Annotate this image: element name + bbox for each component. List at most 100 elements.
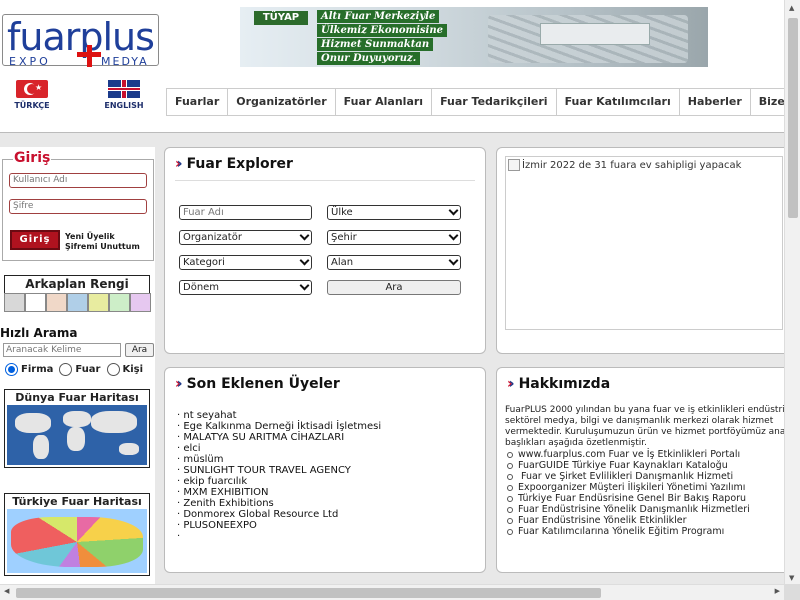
kategori-select[interactable]: Kategori: [179, 255, 312, 270]
swatch-green[interactable]: [109, 293, 130, 312]
turkey-map-box[interactable]: Türkiye Fuar Haritası: [4, 493, 150, 576]
bullet-icon: [507, 517, 513, 524]
kategori-select-value: Kategori: [183, 257, 225, 268]
swatch-gray[interactable]: [4, 293, 25, 312]
swatch-yellow[interactable]: [88, 293, 109, 312]
tuyap-banner[interactable]: TÜYAP Altı Fuar Merkeziyle Ülkemiz Ekono…: [240, 7, 708, 67]
radio-kisi-label: Kişi: [122, 364, 144, 375]
ulke-select[interactable]: Ülke: [327, 205, 461, 220]
scroll-down-icon[interactable]: ▼: [789, 574, 794, 582]
swatch-purple[interactable]: [130, 293, 151, 312]
background-color-title: Arkaplan Rengi: [4, 275, 150, 293]
uk-flag-icon: [108, 80, 140, 98]
radio-fuar[interactable]: [59, 363, 73, 376]
swatch-white[interactable]: [25, 293, 46, 312]
radio-kisi[interactable]: [106, 363, 120, 376]
radio-firma[interactable]: [5, 363, 18, 376]
list-item[interactable]: Fuar Katılımcılarına Yönelik Eğitim Prog…: [505, 526, 785, 537]
donem-select-value: Dönem: [183, 282, 220, 293]
password-input[interactable]: Şifre: [9, 199, 147, 214]
list-item[interactable]: · Donmorex Global Resource Ltd: [177, 509, 381, 520]
radio-fuar-label: Fuar: [75, 364, 101, 375]
scrollbar-corner: [784, 584, 800, 600]
color-swatches: [4, 293, 151, 312]
chevron-down-icon: [299, 230, 310, 241]
list-item[interactable]: · nt seyahat: [177, 410, 381, 421]
sehir-select-value: Şehir: [331, 232, 357, 243]
quick-search-button[interactable]: Ara: [125, 343, 154, 357]
list-item[interactable]: · PLUSONEEXPO: [177, 520, 381, 531]
quick-search-input[interactable]: Aranacak Kelime: [3, 343, 121, 357]
chevron-down-icon: [299, 280, 310, 291]
list-item[interactable]: Türkiye Fuar Endüsrisine Genel Bir Bakış…: [505, 493, 785, 504]
vertical-scroll-thumb[interactable]: [788, 18, 798, 218]
list-item[interactable]: Fuar Endüstrisine Yönelik Etkinlikler: [505, 515, 785, 526]
list-item[interactable]: Expoorganizer Müşteri İlişkileri Yönetim…: [505, 482, 785, 493]
register-link[interactable]: Yeni Üyelik: [65, 232, 115, 241]
login-button[interactable]: Giriş: [10, 230, 60, 250]
list-item[interactable]: · ekip fuarcılık: [177, 476, 381, 487]
list-item[interactable]: Fuar Endüstrisine Yönelik Danışmanlık Hi…: [505, 504, 785, 515]
vertical-scrollbar[interactable]: ▲ ▼: [784, 0, 800, 584]
banner-building-roof: [540, 23, 650, 45]
bullet-icon: [507, 451, 513, 458]
broken-image-icon: [508, 159, 520, 171]
list-item[interactable]: · müslüm: [177, 454, 381, 465]
list-item[interactable]: · elci: [177, 443, 381, 454]
alan-select[interactable]: Alan: [327, 255, 461, 270]
bullet-icon: [507, 473, 513, 480]
fuar-explorer-title: Fuar Explorer: [186, 156, 293, 172]
nav-fuar-katilimcilari[interactable]: Fuar Katılımcıları: [555, 88, 679, 116]
list-item[interactable]: Fuar ve Şirket Evlilikleri Danışmanlık H…: [505, 471, 785, 482]
about-body: FuarPLUS 2000 yılından bu yana fuar ve i…: [505, 405, 785, 537]
new-members-panel: ›› Son Eklenen Üyeler · nt seyahat · Ege…: [164, 367, 486, 573]
nav-fuarlar[interactable]: Fuarlar: [166, 88, 228, 116]
nav-haberler[interactable]: Haberler: [678, 88, 750, 116]
content-area: Giriş Kullanıcı Adı Şifre Giriş Yeni Üye…: [0, 132, 796, 587]
swatch-blue[interactable]: [67, 293, 88, 312]
scroll-up-icon[interactable]: ▲: [789, 4, 794, 12]
about-text-line: vermektedir. Kuruluşumuzun ürün ve hizme…: [505, 427, 786, 437]
list-item[interactable]: · Zenith Exhibitions: [177, 498, 381, 509]
chevron-right-icon: ››: [507, 376, 514, 392]
sehir-select[interactable]: Şehir: [327, 230, 461, 245]
chevron-down-icon: [299, 255, 310, 266]
scroll-left-icon[interactable]: ◀: [4, 587, 9, 595]
username-input[interactable]: Kullanıcı Adı: [9, 173, 147, 188]
login-box: Giriş Kullanıcı Adı Şifre Giriş Yeni Üye…: [2, 150, 154, 261]
news-image[interactable]: İzmir 2022 de 31 fuara ev sahipligi yapa…: [505, 156, 783, 330]
fuar-explorer-heading: ›› Fuar Explorer: [175, 156, 293, 172]
forgot-password-link[interactable]: Şifremi Unuttum: [65, 242, 140, 251]
nav-fuar-alanlari[interactable]: Fuar Alanları: [334, 88, 432, 116]
swatch-peach[interactable]: [46, 293, 67, 312]
turkey-map-title: Türkiye Fuar Haritası: [12, 495, 142, 508]
bullet-icon: [507, 484, 513, 491]
donem-select[interactable]: Dönem: [179, 280, 312, 295]
list-item[interactable]: · MXM EXHIBITION: [177, 487, 381, 498]
nav-fuar-tedarikcileri[interactable]: Fuar Tedarikçileri: [431, 88, 556, 116]
about-text-line: başlıkları aşağıda özetlenmiştir.: [505, 438, 647, 448]
fuar-adi-input[interactable]: Fuar Adı: [179, 205, 312, 220]
bullet-icon: [507, 462, 513, 469]
world-map-title: Dünya Fuar Haritası: [15, 391, 139, 404]
turkey-flag-icon: ★: [16, 80, 48, 98]
banner-line-3: Hizmet Sunmaktan: [317, 38, 434, 51]
language-english[interactable]: ENGLISH: [94, 80, 154, 110]
list-item[interactable]: www.fuarplus.com Fuar ve İş Etkinlikleri…: [505, 449, 785, 460]
horizontal-scroll-thumb[interactable]: [16, 588, 601, 598]
list-item[interactable]: · SUNLIGHT TOUR TRAVEL AGENCY: [177, 465, 381, 476]
new-members-heading: ›› Son Eklenen Üyeler: [175, 376, 340, 392]
organizator-select[interactable]: Organizatör: [179, 230, 312, 245]
list-item[interactable]: · MALATYA SU ARITMA CİHAZLARI: [177, 432, 381, 443]
organizator-select-value: Organizatör: [183, 232, 242, 243]
horizontal-scrollbar[interactable]: ◀ ▶: [0, 584, 784, 600]
language-turkish[interactable]: ★ TÜRKÇE: [2, 80, 62, 110]
list-item[interactable]: FuarGUIDE Türkiye Fuar Kaynakları Katalo…: [505, 460, 785, 471]
list-item[interactable]: · Ege Kalkınma Derneği İktisadi İşletmes…: [177, 421, 381, 432]
scroll-right-icon[interactable]: ▶: [775, 587, 780, 595]
world-map-box[interactable]: Dünya Fuar Haritası: [4, 389, 150, 468]
nav-organizatorler[interactable]: Organizatörler: [227, 88, 335, 116]
quick-search-title: Hızlı Arama: [0, 326, 78, 340]
fuarplus-logo[interactable]: fuarplus EXPO MEDYA: [2, 14, 159, 68]
explorer-search-button[interactable]: Ara: [327, 280, 461, 295]
